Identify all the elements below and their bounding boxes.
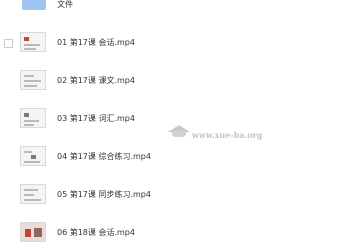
file-name[interactable]: 04 第17课 综合练习.mp4 <box>57 151 151 163</box>
file-name[interactable]: 01 第17课 会话.mp4 <box>57 37 135 49</box>
file-name[interactable]: 02 第17课 课文.mp4 <box>57 75 135 87</box>
watermark: www.xue-ba.org <box>168 123 288 147</box>
file-name[interactable]: 06 第18课 会话.mp4 <box>57 227 135 239</box>
file-list-view: 文件 01 第17课 会话.mp4 02 第17课 课文.mp4 03 第17课… <box>0 0 340 252</box>
video-thumbnail-icon <box>20 70 46 90</box>
file-row[interactable]: 05 第17课 同步练习.mp4 <box>0 177 340 215</box>
file-row[interactable]: 06 第18课 会话.mp4 <box>0 215 340 252</box>
video-thumbnail-icon <box>20 108 46 128</box>
file-checkbox[interactable] <box>4 39 13 48</box>
file-row[interactable]: 02 第17课 课文.mp4 <box>0 63 340 101</box>
video-thumbnail-icon <box>20 32 46 52</box>
folder-icon <box>22 0 46 10</box>
watermark-text: www.xue-ba.org <box>192 130 263 140</box>
folder-item[interactable]: 文件 <box>0 0 340 14</box>
file-name[interactable]: 05 第17课 同步练习.mp4 <box>57 189 151 201</box>
folder-label: 文件 <box>57 0 73 9</box>
file-row[interactable]: 01 第17课 会话.mp4 <box>0 25 340 63</box>
file-name[interactable]: 03 第17课 词汇.mp4 <box>57 113 135 125</box>
video-thumbnail-icon <box>20 222 46 242</box>
video-thumbnail-icon <box>20 184 46 204</box>
video-thumbnail-icon <box>20 146 46 166</box>
